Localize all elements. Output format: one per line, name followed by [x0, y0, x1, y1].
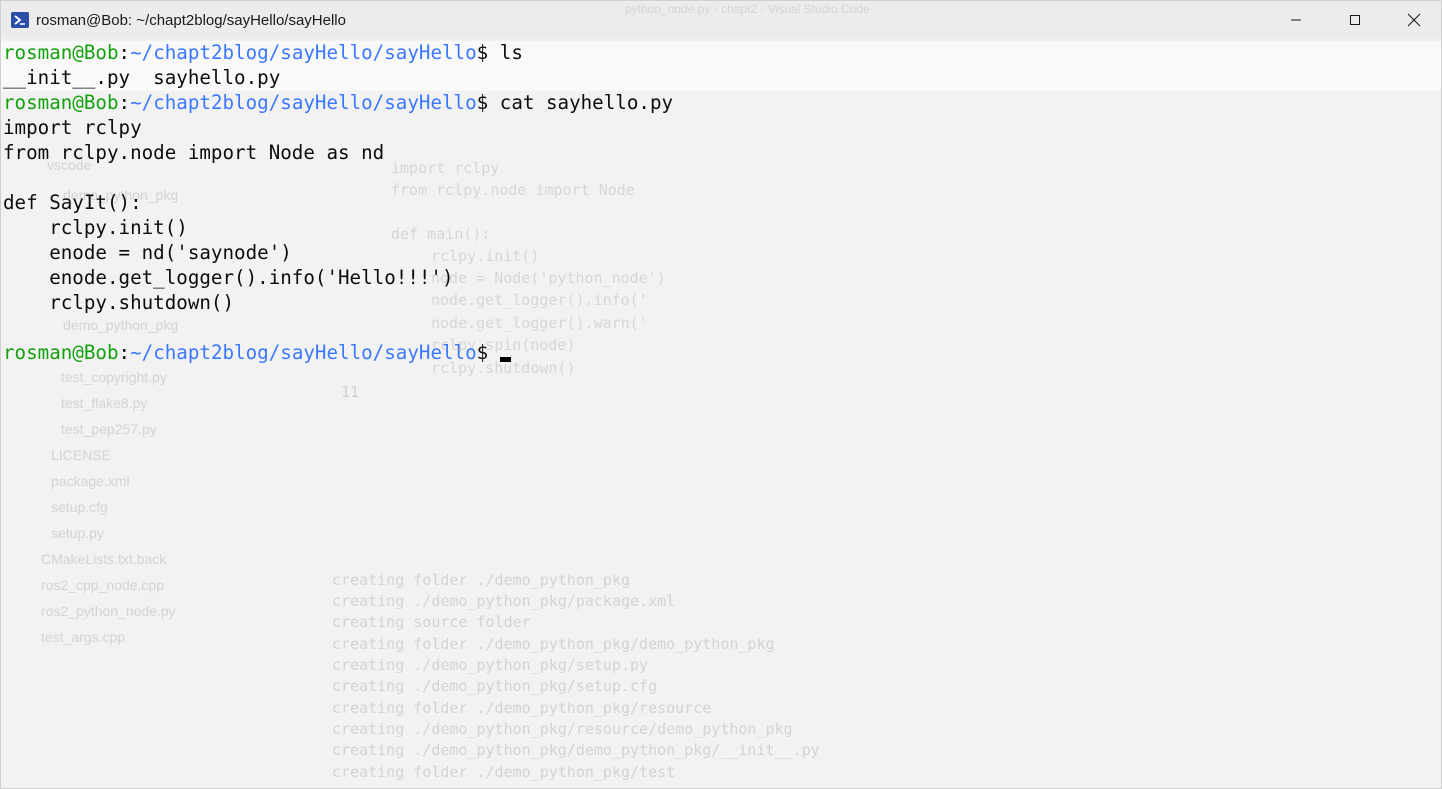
window-controls — [1266, 1, 1441, 39]
terminal-output[interactable]: rosman@Bob:~/chapt2blog/sayHello/sayHell… — [1, 39, 1441, 788]
file-line: enode = nd('saynode') — [3, 241, 292, 264]
prompt-user: rosman@Bob — [3, 91, 119, 114]
command-text: cat sayhello.py — [499, 91, 674, 114]
maximize-button[interactable] — [1325, 1, 1384, 39]
prompt-symbol: $ — [476, 91, 500, 114]
file-line: rclpy.init() — [3, 216, 188, 239]
title-bar[interactable]: rosman@Bob: ~/chapt2blog/sayHello/sayHel… — [1, 1, 1441, 39]
prompt-symbol: $ — [476, 41, 500, 64]
prompt-path: ~/chapt2blog/sayHello/sayHello — [130, 41, 477, 64]
ls-output-line: __init__.py sayhello.py — [3, 66, 281, 89]
file-line: from rclpy.node import Node as nd — [3, 141, 385, 164]
prompt-user: rosman@Bob — [3, 41, 119, 64]
close-button[interactable] — [1384, 1, 1441, 39]
prompt-line: rosman@Bob:~/chapt2blog/sayHello/sayHell… — [3, 40, 523, 65]
command-text: ls — [499, 41, 523, 64]
prompt-line: rosman@Bob:~/chapt2blog/sayHello/sayHell… — [3, 340, 511, 365]
minimize-icon — [1290, 19, 1301, 21]
prompt-separator: : — [118, 91, 131, 114]
minimize-button[interactable] — [1266, 1, 1325, 39]
prompt-symbol: $ — [476, 341, 500, 364]
close-icon — [1407, 13, 1420, 27]
ghost-title: python_node.py - chapt2 - Visual Studio … — [625, 2, 870, 16]
powershell-icon — [11, 12, 29, 28]
window-title: rosman@Bob: ~/chapt2blog/sayHello/sayHel… — [36, 11, 346, 29]
terminal-window: vscode demo_python_pkg demo_python_pkg t… — [0, 0, 1442, 789]
prompt-line: rosman@Bob:~/chapt2blog/sayHello/sayHell… — [3, 90, 673, 115]
text-cursor — [499, 357, 511, 362]
prompt-path: ~/chapt2blog/sayHello/sayHello — [130, 341, 477, 364]
file-line: enode.get_logger().info('Hello!!!') — [3, 266, 454, 289]
prompt-separator: : — [118, 341, 131, 364]
file-line: import rclpy — [3, 116, 142, 139]
maximize-icon — [1349, 15, 1360, 25]
file-line: def SayIt(): — [3, 191, 142, 214]
prompt-separator: : — [118, 41, 131, 64]
file-line: rclpy.shutdown() — [3, 291, 235, 314]
prompt-user: rosman@Bob — [3, 341, 119, 364]
prompt-path: ~/chapt2blog/sayHello/sayHello — [130, 91, 477, 114]
